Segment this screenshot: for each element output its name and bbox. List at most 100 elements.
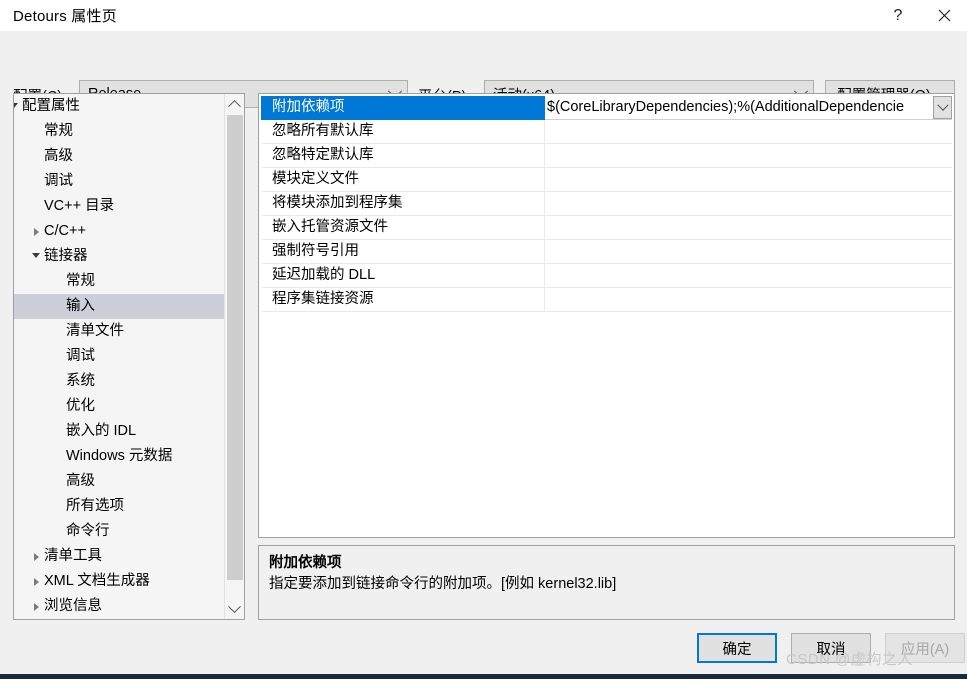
property-value[interactable] <box>545 144 952 168</box>
property-name: 强制符号引用 <box>261 240 545 264</box>
tree-item[interactable]: Windows 元数据 <box>14 444 224 469</box>
tree-item[interactable]: 系统 <box>14 369 224 394</box>
table-row[interactable]: 附加依赖项 $(CoreLibraryDependencies);%(Additi… <box>261 96 952 120</box>
twisty-collapsed-icon[interactable] <box>28 544 44 569</box>
twisty-collapsed-icon[interactable] <box>28 219 44 244</box>
tree-item-label: Windows 元数据 <box>66 448 173 464</box>
description-panel: 附加依赖项 指定要添加到链接命令行的附加项。[例如 kernel32.lib] <box>258 545 955 620</box>
twisty-collapsed-icon[interactable] <box>28 619 44 620</box>
property-value[interactable] <box>545 216 952 240</box>
property-name: 模块定义文件 <box>261 168 545 192</box>
title-bar-buttons: ? <box>875 0 967 31</box>
scrollbar-thumb[interactable] <box>227 115 243 580</box>
scroll-up-icon[interactable] <box>225 94 244 113</box>
table-row[interactable]: 忽略特定默认库 <box>261 144 952 168</box>
tree-item[interactable]: 命令行 <box>14 519 224 544</box>
table-row[interactable]: 程序集链接资源 <box>261 288 952 312</box>
tree-item-label: 优化 <box>66 398 95 414</box>
tree-item-label: 浏览信息 <box>44 598 102 614</box>
tree-item[interactable]: XML 文档生成器 <box>14 569 224 594</box>
table-row[interactable]: 将模块添加到程序集 <box>261 192 952 216</box>
tree-item-label: 调试 <box>44 173 73 189</box>
tree-item-label: 清单工具 <box>44 548 102 564</box>
twisty-expanded-icon[interactable] <box>28 244 44 269</box>
tree-scrollbar[interactable] <box>224 94 244 619</box>
tree-item-label: 清单文件 <box>66 323 124 339</box>
table-row[interactable]: 模块定义文件 <box>261 168 952 192</box>
tree-item-label: 系统 <box>66 373 95 389</box>
tree-item[interactable]: 高级 <box>14 469 224 494</box>
tree-item[interactable]: 生成事件 <box>14 619 224 620</box>
property-name: 程序集链接资源 <box>261 288 545 312</box>
tree-item-label: C/C++ <box>44 223 86 239</box>
tree-item-label: 高级 <box>44 148 73 164</box>
property-value[interactable] <box>545 264 952 288</box>
tree-item-label: 常规 <box>66 273 95 289</box>
tree-item[interactable]: 嵌入的 IDL <box>14 419 224 444</box>
tree-item[interactable]: 调试 <box>14 169 224 194</box>
property-name: 延迟加载的 DLL <box>261 264 545 288</box>
tree-item-label: 生成事件 <box>44 619 102 620</box>
tree-item[interactable]: 调试 <box>14 344 224 369</box>
cancel-button[interactable]: 取消 <box>791 633 871 663</box>
tree-item[interactable]: 所有选项 <box>14 494 224 519</box>
tree-item-label: VC++ 目录 <box>44 198 115 214</box>
ok-button[interactable]: 确定 <box>697 633 777 663</box>
property-grid-rows: 附加依赖项 $(CoreLibraryDependencies);%(Additi… <box>261 96 952 312</box>
property-pages-dialog: Detours 属性页 ? 配置(C): Release 平台(P): 活动(x… <box>0 0 967 679</box>
tree-item-label: XML 文档生成器 <box>44 573 150 589</box>
property-name: 附加依赖项 <box>261 96 545 120</box>
property-value[interactable] <box>545 192 952 216</box>
property-value[interactable] <box>545 120 952 144</box>
twisty-collapsed-icon[interactable] <box>28 569 44 594</box>
tree-item[interactable]: 常规 <box>14 119 224 144</box>
property-value[interactable] <box>545 288 952 312</box>
tree-item-label: 调试 <box>66 348 95 364</box>
value-dropdown-button[interactable] <box>933 96 952 119</box>
tree-item[interactable]: C/C++ <box>14 219 224 244</box>
property-name: 忽略特定默认库 <box>261 144 545 168</box>
property-name: 忽略所有默认库 <box>261 120 545 144</box>
table-row[interactable]: 嵌入托管资源文件 <box>261 216 952 240</box>
close-icon[interactable] <box>921 0 967 31</box>
property-value[interactable] <box>545 168 952 192</box>
title-bar: Detours 属性页 ? <box>0 0 967 31</box>
tree-item[interactable]: 输入 <box>14 294 224 319</box>
tree-item[interactable]: 链接器 <box>14 244 224 269</box>
apply-button: 应用(A) <box>885 633 965 663</box>
tree-item[interactable]: 配置属性 <box>14 94 224 119</box>
bottom-strip <box>0 674 967 679</box>
description-title: 附加依赖项 <box>269 555 342 571</box>
chevron-down-icon <box>936 99 949 111</box>
tree-item-label: 配置属性 <box>22 98 80 114</box>
tree-items-container: 配置属性 常规 高级 调试 VC++ 目录 C/C++ 链接器 常规 输入 清单文件 调试 系统 优化嵌… <box>14 94 224 619</box>
property-value-text: $(CoreLibraryDependencies);%(AdditionalD… <box>547 99 905 115</box>
tree-item[interactable]: 常规 <box>14 269 224 294</box>
help-icon[interactable]: ? <box>875 0 921 31</box>
page-title: Detours 属性页 <box>13 8 117 25</box>
tree-item-label: 输入 <box>66 298 95 314</box>
property-grid: 附加依赖项 $(CoreLibraryDependencies);%(Additi… <box>258 93 955 538</box>
property-value[interactable]: $(CoreLibraryDependencies);%(AdditionalD… <box>545 96 952 120</box>
table-row[interactable]: 延迟加载的 DLL <box>261 264 952 288</box>
twisty-collapsed-icon[interactable] <box>28 594 44 619</box>
tree-item[interactable]: 高级 <box>14 144 224 169</box>
configuration-bar: 配置(C): Release 平台(P): 活动(x64) 配置管理器(O)..… <box>0 31 967 109</box>
table-row[interactable]: 忽略所有默认库 <box>261 120 952 144</box>
tree-item[interactable]: 优化 <box>14 394 224 419</box>
tree-item-label: 所有选项 <box>66 498 124 514</box>
tree-item[interactable]: 清单工具 <box>14 544 224 569</box>
tree-item[interactable]: VC++ 目录 <box>14 194 224 219</box>
tree-item[interactable]: 清单文件 <box>14 319 224 344</box>
twisty-expanded-icon[interactable] <box>14 94 22 119</box>
property-name: 嵌入托管资源文件 <box>261 216 545 240</box>
tree-item-label: 高级 <box>66 473 95 489</box>
scroll-down-icon[interactable] <box>225 600 244 619</box>
description-text: 指定要添加到链接命令行的附加项。[例如 kernel32.lib] <box>269 576 617 592</box>
tree-item[interactable]: 浏览信息 <box>14 594 224 619</box>
tree-item-label: 命令行 <box>66 523 110 539</box>
property-value[interactable] <box>545 240 952 264</box>
property-tree: 配置属性 常规 高级 调试 VC++ 目录 C/C++ 链接器 常规 输入 清单文件 调试 系统 优化嵌… <box>13 93 245 620</box>
tree-item-label: 链接器 <box>44 248 88 264</box>
table-row[interactable]: 强制符号引用 <box>261 240 952 264</box>
